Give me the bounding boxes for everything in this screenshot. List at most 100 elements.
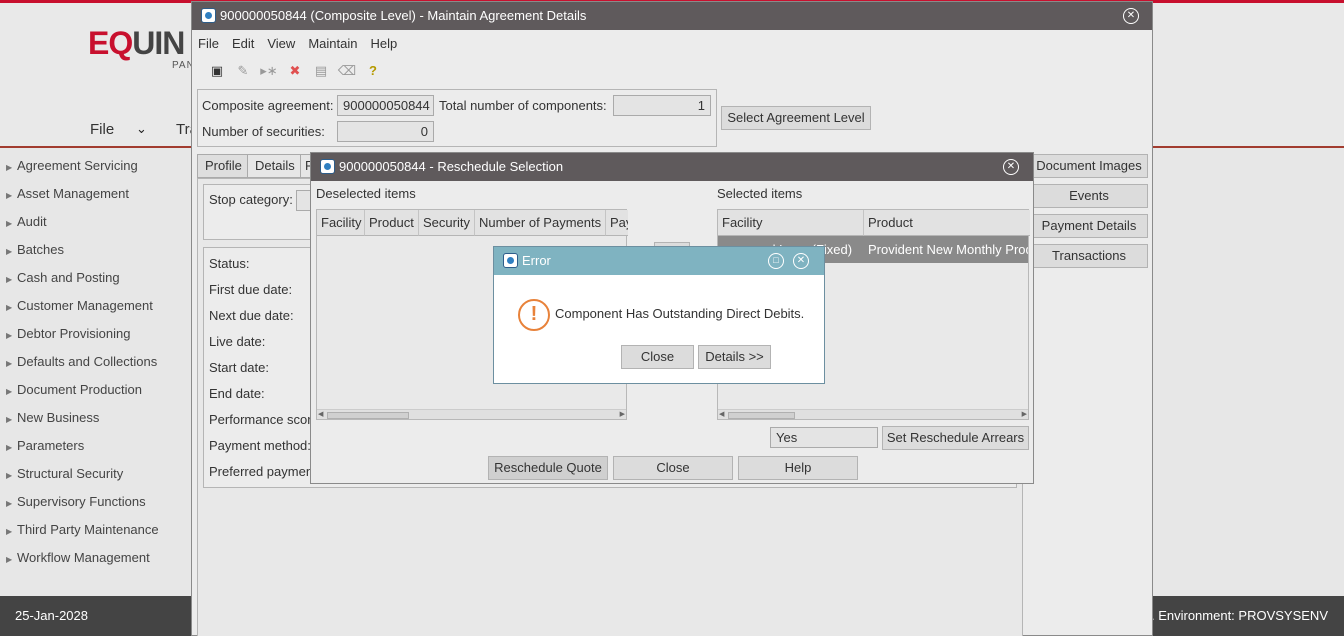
edit-icon[interactable]: ✎ (230, 60, 256, 82)
num-securities-field[interactable]: 0 (337, 121, 434, 142)
nav-file-menu[interactable]: File (90, 121, 114, 138)
error-close-button[interactable]: Close (621, 345, 694, 369)
menu-file[interactable]: File (198, 36, 219, 51)
sidebar-item[interactable]: ▶ Batches (0, 236, 192, 264)
horizontal-scrollbar[interactable]: ◀ ▶ (317, 409, 626, 419)
composite-agreement-label: Composite agreement: (202, 98, 334, 113)
app-icon (320, 159, 335, 174)
close-icon[interactable]: ✕ (1003, 159, 1019, 175)
reschedule-quote-button[interactable]: Reschedule Quote (488, 456, 608, 480)
expand-arrow-icon[interactable]: ▶ (6, 490, 17, 518)
tab-details[interactable]: Details (247, 154, 303, 178)
reschedule-titlebar[interactable]: 900000050844 - Reschedule Selection ✕ (311, 153, 1033, 181)
expand-arrow-icon[interactable]: ▶ (6, 434, 17, 462)
sidebar-item-label: Debtor Provisioning (17, 326, 131, 341)
sidebar-item[interactable]: ▶ Cash and Posting (0, 264, 192, 292)
sidebar-item-label: Supervisory Functions (17, 494, 146, 509)
sidebar-item[interactable]: ▶ Customer Management (0, 292, 192, 320)
error-details-button[interactable]: Details >> (698, 345, 771, 369)
error-titlebar[interactable]: Error □ ✕ (494, 247, 824, 275)
new-record-icon[interactable]: ▤ (308, 60, 334, 82)
tab-profile[interactable]: Profile (197, 154, 250, 178)
column-header[interactable]: Product (365, 210, 419, 236)
expand-arrow-icon[interactable]: ▶ (6, 518, 17, 546)
sidebar-item[interactable]: ▶ Third Party Maintenance (0, 516, 192, 544)
maximize-icon[interactable]: □ (768, 253, 784, 269)
insert-icon[interactable]: ▸∗ (256, 60, 282, 82)
warning-icon: ! (518, 299, 550, 331)
menu-edit[interactable]: Edit (232, 36, 254, 51)
profile-field-label: Status: (209, 256, 250, 271)
sidebar-item-label: Defaults and Collections (17, 354, 158, 369)
reschedule-help-button[interactable]: Help (738, 456, 858, 480)
expand-arrow-icon[interactable]: ▶ (6, 238, 17, 266)
sidebar-item-label: Agreement Servicing (17, 158, 138, 173)
sidebar-item[interactable]: ▶ Asset Management (0, 180, 192, 208)
menu-view[interactable]: View (267, 36, 295, 51)
reschedule-arrears-field[interactable]: Yes (770, 427, 878, 448)
save-icon[interactable]: ▣ (204, 60, 230, 82)
sidebar-item[interactable]: ▶ Audit (0, 208, 192, 236)
row-product-cell: Provident New Monthly Prod (868, 242, 1028, 257)
sidebar-item-label: Third Party Maintenance (17, 522, 159, 537)
delete-icon[interactable]: ✖ (282, 60, 308, 82)
select-agreement-level-button[interactable]: Select Agreement Level (721, 106, 871, 130)
scroll-thumb[interactable] (327, 412, 409, 419)
scroll-right-icon[interactable]: ▶ (620, 410, 625, 418)
window-titlebar[interactable]: 900000050844 (Composite Level) - Maintai… (192, 2, 1152, 30)
sidebar-item[interactable]: ▶ Document Production (0, 376, 192, 404)
sidebar-item[interactable]: ▶ Parameters (0, 432, 192, 460)
sidebar-item[interactable]: ▶ Agreement Servicing (0, 152, 192, 180)
expand-arrow-icon[interactable]: ▶ (6, 462, 17, 490)
expand-arrow-icon[interactable]: ▶ (6, 406, 17, 434)
menu-maintain[interactable]: Maintain (308, 36, 357, 51)
help-question-icon[interactable]: ? (360, 60, 386, 82)
reschedule-close-button[interactable]: Close (613, 456, 733, 480)
expand-arrow-icon[interactable]: ▶ (6, 546, 17, 574)
set-reschedule-arrears-button[interactable]: Set Reschedule Arrears (882, 426, 1029, 450)
expand-arrow-icon[interactable]: ▶ (6, 210, 17, 238)
expand-arrow-icon[interactable]: ▶ (6, 294, 17, 322)
column-header[interactable]: Security (419, 210, 475, 236)
sidebar-item-label: New Business (17, 410, 100, 425)
total-components-label: Total number of components: (439, 98, 607, 113)
events-button[interactable]: Events (1030, 184, 1148, 208)
expand-arrow-icon[interactable]: ▶ (6, 322, 17, 350)
document-images-button[interactable]: Document Images (1030, 154, 1148, 178)
sidebar-item[interactable]: ▶ Defaults and Collections (0, 348, 192, 376)
close-icon[interactable]: ✕ (1123, 8, 1139, 24)
reschedule-title: 900000050844 - Reschedule Selection (339, 159, 564, 174)
close-icon[interactable]: ✕ (793, 253, 809, 269)
sidebar-item[interactable]: ▶ Structural Security (0, 460, 192, 488)
expand-arrow-icon[interactable]: ▶ (6, 266, 17, 294)
column-header[interactable]: Pay (606, 210, 628, 236)
scroll-left-icon[interactable]: ◀ (318, 410, 323, 418)
expand-arrow-icon[interactable]: ▶ (6, 154, 17, 182)
scroll-left-icon[interactable]: ◀ (719, 410, 724, 418)
payment-details-button[interactable]: Payment Details (1030, 214, 1148, 238)
column-header[interactable]: Product (864, 210, 1030, 236)
selected-items-label: Selected items (717, 186, 803, 201)
sidebar-item-label: Customer Management (17, 298, 153, 313)
total-components-field[interactable]: 1 (613, 95, 711, 116)
composite-agreement-field[interactable]: 900000050844 (337, 95, 434, 116)
column-header[interactable]: Facility (317, 210, 365, 236)
toolbar: ▣ ✎ ▸∗ ✖ ▤ ⌫ ? (192, 56, 1152, 86)
sidebar-item[interactable]: ▶ Debtor Provisioning (0, 320, 192, 348)
sidebar-item[interactable]: ▶ New Business (0, 404, 192, 432)
expand-arrow-icon[interactable]: ▶ (6, 350, 17, 378)
menu-help[interactable]: Help (370, 36, 397, 51)
sidebar-item-label: Parameters (17, 438, 85, 453)
transactions-button[interactable]: Transactions (1030, 244, 1148, 268)
horizontal-scrollbar[interactable]: ◀ ▶ (718, 409, 1028, 419)
expand-arrow-icon[interactable]: ▶ (6, 378, 17, 406)
clear-icon[interactable]: ⌫ (334, 60, 360, 82)
sidebar-item[interactable]: ▶ Workflow Management (0, 544, 192, 572)
chevron-down-icon[interactable]: ⌄ (136, 121, 147, 137)
scroll-thumb[interactable] (728, 412, 795, 419)
column-header[interactable]: Number of Payments (475, 210, 606, 236)
sidebar-item[interactable]: ▶ Supervisory Functions (0, 488, 192, 516)
scroll-right-icon[interactable]: ▶ (1022, 410, 1027, 418)
column-header[interactable]: Facility (718, 210, 864, 236)
expand-arrow-icon[interactable]: ▶ (6, 182, 17, 210)
